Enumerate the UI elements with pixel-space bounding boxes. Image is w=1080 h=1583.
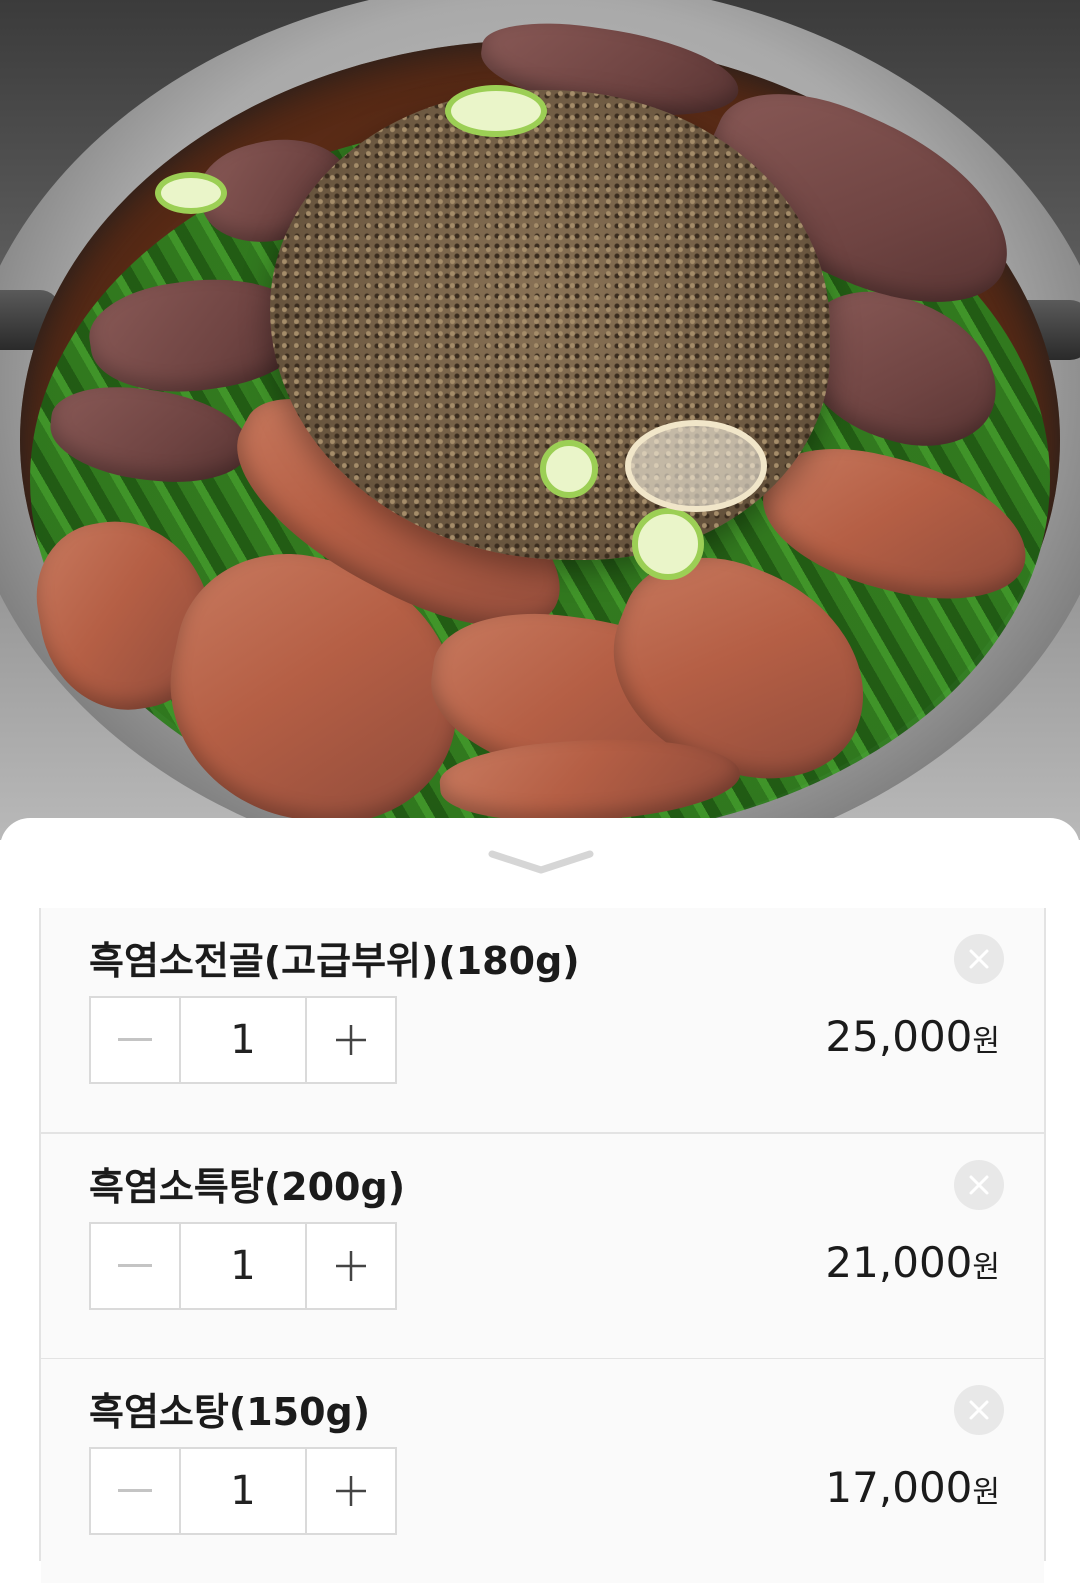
green-onion-slice <box>540 440 598 498</box>
close-icon <box>969 949 989 969</box>
item-price: 17,000원 <box>825 1463 1000 1512</box>
cart-item: 흑염소전골(고급부위)(180g) 1 25,000원 <box>41 908 1044 1134</box>
quantity-stepper: 1 <box>89 1222 397 1310</box>
price-amount: 17,000 <box>825 1463 973 1512</box>
price-amount: 21,000 <box>825 1238 973 1287</box>
decrease-quantity-button[interactable] <box>91 998 181 1082</box>
cart-item-list: 흑염소전골(고급부위)(180g) 1 25,000원 흑염소특탕(200g) … <box>39 908 1046 1583</box>
increase-quantity-button[interactable] <box>305 998 395 1082</box>
increase-quantity-button[interactable] <box>305 1224 395 1308</box>
plus-icon <box>336 1025 366 1055</box>
plus-icon <box>336 1476 366 1506</box>
cart-item: 흑염소탕(150g) 1 17,000원 <box>41 1359 1044 1583</box>
remove-item-button[interactable] <box>954 1385 1004 1435</box>
increase-quantity-button[interactable] <box>305 1449 395 1533</box>
close-icon <box>969 1400 989 1420</box>
quantity-value[interactable]: 1 <box>181 1224 305 1308</box>
cart-bottom-sheet: 흑염소전골(고급부위)(180g) 1 25,000원 흑염소특탕(200g) … <box>0 818 1080 1583</box>
currency-unit: 원 <box>972 1024 1000 1059</box>
remove-item-button[interactable] <box>954 934 1004 984</box>
remove-item-button[interactable] <box>954 1160 1004 1210</box>
onion-slice <box>625 420 767 512</box>
decrease-quantity-button[interactable] <box>91 1449 181 1533</box>
quantity-value[interactable]: 1 <box>181 998 305 1082</box>
decrease-quantity-button[interactable] <box>91 1224 181 1308</box>
minus-icon <box>118 1038 152 1041</box>
food-photo <box>0 0 1080 840</box>
chevron-down-icon[interactable] <box>488 848 594 878</box>
item-name: 흑염소특탕(200g) <box>89 1165 406 1209</box>
currency-unit: 원 <box>972 1475 1000 1510</box>
close-icon <box>969 1175 989 1195</box>
quantity-stepper: 1 <box>89 1447 397 1535</box>
minus-icon <box>118 1489 152 1492</box>
currency-unit: 원 <box>972 1250 1000 1285</box>
minus-icon <box>118 1264 152 1267</box>
item-price: 21,000원 <box>825 1238 1000 1287</box>
price-amount: 25,000 <box>825 1012 973 1061</box>
green-onion-slice <box>632 508 704 580</box>
item-name: 흑염소전골(고급부위)(180g) <box>89 939 580 983</box>
quantity-stepper: 1 <box>89 996 397 1084</box>
green-onion-slice <box>445 85 547 137</box>
cart-item: 흑염소특탕(200g) 1 21,000원 <box>41 1134 1044 1360</box>
green-onion-slice <box>155 172 227 214</box>
item-price: 25,000원 <box>825 1012 1000 1061</box>
quantity-value[interactable]: 1 <box>181 1449 305 1533</box>
plus-icon <box>336 1251 366 1281</box>
item-name: 흑염소탕(150g) <box>89 1390 371 1434</box>
